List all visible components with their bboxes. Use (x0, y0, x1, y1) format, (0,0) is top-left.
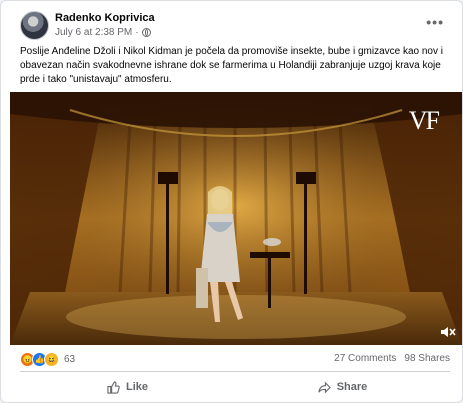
reaction-summary[interactable]: 😠 👍 😆 63 (20, 352, 75, 367)
like-button[interactable]: Like (20, 374, 235, 400)
globe-icon (141, 28, 151, 37)
post-meta: July 6 at 2:38 PM · (55, 27, 151, 38)
comments-count[interactable]: 27 Comments (334, 353, 396, 364)
author-avatar[interactable] (20, 11, 49, 40)
speaker-muted-icon[interactable] (440, 325, 456, 339)
share-button[interactable]: Share (235, 374, 450, 400)
divider (20, 371, 450, 372)
reaction-count[interactable]: 63 (64, 354, 75, 365)
haha-reaction-icon: 😆 (44, 352, 59, 367)
post-video[interactable]: VF (10, 92, 462, 345)
action-bar: Like Share (20, 374, 450, 400)
post-timestamp[interactable]: July 6 at 2:38 PM (55, 27, 132, 38)
share-label: Share (336, 381, 368, 393)
engagement-counts: 27 Comments 98 Shares (334, 353, 450, 364)
like-label: Like (125, 381, 148, 393)
post-card: Radenko Koprivica July 6 at 2:38 PM · ••… (0, 0, 463, 403)
post-text: Poslije Anđeline Džoli i Nikol Kidman je… (20, 46, 443, 85)
thumbs-up-icon (107, 380, 120, 394)
video-frame (10, 92, 462, 345)
author-name[interactable]: Radenko Koprivica (55, 12, 155, 24)
ellipsis-icon[interactable]: ••• (426, 14, 444, 30)
post-stats: 😠 👍 😆 63 27 Comments 98 Shares (20, 350, 450, 368)
vanity-fair-logo: VF (408, 106, 440, 135)
shares-count[interactable]: 98 Shares (404, 353, 450, 364)
share-arrow-icon (318, 381, 331, 393)
post-header: Radenko Koprivica July 6 at 2:38 PM · ••… (20, 11, 450, 41)
